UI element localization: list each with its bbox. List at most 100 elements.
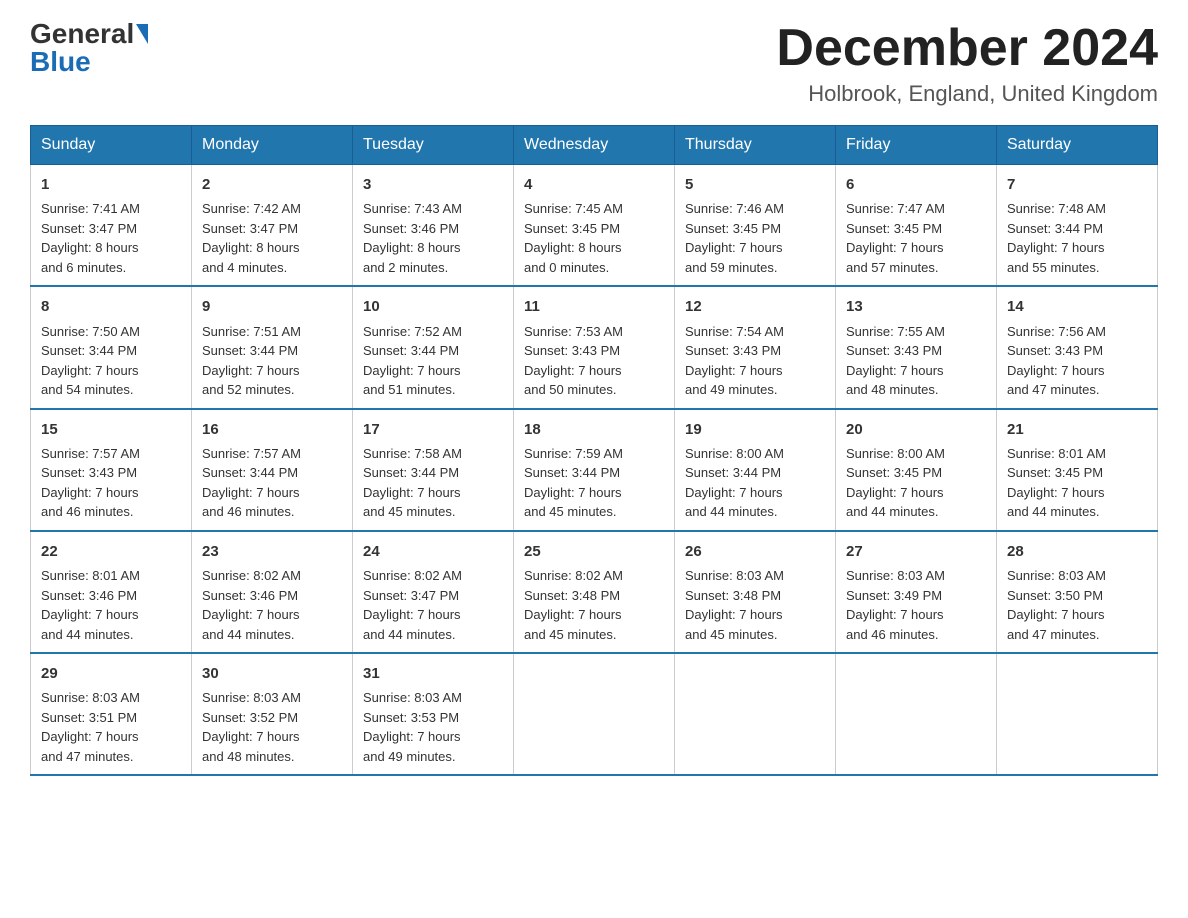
calendar-cell: 1 Sunrise: 7:41 AMSunset: 3:47 PMDaylight…	[31, 165, 192, 287]
day-number: 20	[846, 418, 986, 441]
logo: General Blue	[30, 20, 148, 76]
day-number: 7	[1007, 173, 1147, 196]
day-number: 21	[1007, 418, 1147, 441]
week-row-2: 8 Sunrise: 7:50 AMSunset: 3:44 PMDaylight…	[31, 286, 1158, 408]
day-info: Sunrise: 7:57 AMSunset: 3:44 PMDaylight:…	[202, 444, 342, 522]
calendar-cell: 23Sunrise: 8:02 AMSunset: 3:46 PMDayligh…	[192, 531, 353, 653]
calendar-header-row: SundayMondayTuesdayWednesdayThursdayFrid…	[31, 126, 1158, 165]
day-info: Sunrise: 8:03 AMSunset: 3:51 PMDaylight:…	[41, 688, 181, 766]
day-info: Sunrise: 8:00 AMSunset: 3:45 PMDaylight:…	[846, 444, 986, 522]
calendar-cell: 16 Sunrise: 7:57 AMSunset: 3:44 PMDayligh…	[192, 409, 353, 531]
header-thursday: Thursday	[675, 126, 836, 165]
day-number: 8	[41, 295, 181, 318]
day-number: 30	[202, 662, 342, 685]
day-info: Sunrise: 8:03 AMSunset: 3:52 PMDaylight:…	[202, 688, 342, 766]
week-row-3: 15 Sunrise: 7:57 AMSunset: 3:43 PMDayligh…	[31, 409, 1158, 531]
day-number: 6	[846, 173, 986, 196]
header-tuesday: Tuesday	[353, 126, 514, 165]
day-info: Sunrise: 8:01 AMSunset: 3:45 PMDaylight:…	[1007, 444, 1147, 522]
day-info: Sunrise: 7:46 AMSunset: 3:45 PMDaylight:…	[685, 199, 825, 277]
day-info: Sunrise: 7:52 AMSunset: 3:44 PMDaylight:…	[363, 322, 503, 400]
calendar-cell: 22 Sunrise: 8:01 AMSunset: 3:46 PMDayligh…	[31, 531, 192, 653]
header-sunday: Sunday	[31, 126, 192, 165]
day-info: Sunrise: 8:01 AMSunset: 3:46 PMDaylight:…	[41, 566, 181, 644]
header-monday: Monday	[192, 126, 353, 165]
calendar-cell: 25Sunrise: 8:02 AMSunset: 3:48 PMDayligh…	[514, 531, 675, 653]
day-info: Sunrise: 7:45 AMSunset: 3:45 PMDaylight:…	[524, 199, 664, 277]
week-row-4: 22 Sunrise: 8:01 AMSunset: 3:46 PMDayligh…	[31, 531, 1158, 653]
day-info: Sunrise: 8:03 AMSunset: 3:49 PMDaylight:…	[846, 566, 986, 644]
calendar-cell	[836, 653, 997, 775]
day-number: 19	[685, 418, 825, 441]
calendar-cell: 10 Sunrise: 7:52 AMSunset: 3:44 PMDayligh…	[353, 286, 514, 408]
calendar-cell: 18 Sunrise: 7:59 AMSunset: 3:44 PMDayligh…	[514, 409, 675, 531]
week-row-5: 29 Sunrise: 8:03 AMSunset: 3:51 PMDayligh…	[31, 653, 1158, 775]
day-info: Sunrise: 7:58 AMSunset: 3:44 PMDaylight:…	[363, 444, 503, 522]
calendar-cell	[675, 653, 836, 775]
calendar-cell: 31 Sunrise: 8:03 AMSunset: 3:53 PMDayligh…	[353, 653, 514, 775]
day-info: Sunrise: 7:42 AMSunset: 3:47 PMDaylight:…	[202, 199, 342, 277]
day-info: Sunrise: 7:59 AMSunset: 3:44 PMDaylight:…	[524, 444, 664, 522]
day-number: 28	[1007, 540, 1147, 563]
day-number: 3	[363, 173, 503, 196]
day-info: Sunrise: 7:48 AMSunset: 3:44 PMDaylight:…	[1007, 199, 1147, 277]
day-number: 4	[524, 173, 664, 196]
day-info: Sunrise: 7:53 AMSunset: 3:43 PMDaylight:…	[524, 322, 664, 400]
day-info: Sunrise: 8:03 AMSunset: 3:53 PMDaylight:…	[363, 688, 503, 766]
calendar-cell: 14 Sunrise: 7:56 AMSunset: 3:43 PMDayligh…	[997, 286, 1158, 408]
day-info: Sunrise: 7:54 AMSunset: 3:43 PMDaylight:…	[685, 322, 825, 400]
calendar-cell: 17Sunrise: 7:58 AMSunset: 3:44 PMDayligh…	[353, 409, 514, 531]
day-number: 14	[1007, 295, 1147, 318]
calendar-cell: 20 Sunrise: 8:00 AMSunset: 3:45 PMDayligh…	[836, 409, 997, 531]
calendar-cell: 13 Sunrise: 7:55 AMSunset: 3:43 PMDayligh…	[836, 286, 997, 408]
day-number: 23	[202, 540, 342, 563]
day-info: Sunrise: 7:55 AMSunset: 3:43 PMDaylight:…	[846, 322, 986, 400]
calendar-cell: 27 Sunrise: 8:03 AMSunset: 3:49 PMDayligh…	[836, 531, 997, 653]
day-number: 10	[363, 295, 503, 318]
day-number: 1	[41, 173, 181, 196]
calendar-cell: 3 Sunrise: 7:43 AMSunset: 3:46 PMDaylight…	[353, 165, 514, 287]
month-title: December 2024	[776, 20, 1158, 77]
calendar-cell: 2 Sunrise: 7:42 AMSunset: 3:47 PMDaylight…	[192, 165, 353, 287]
calendar-cell: 30 Sunrise: 8:03 AMSunset: 3:52 PMDayligh…	[192, 653, 353, 775]
calendar-cell: 21 Sunrise: 8:01 AMSunset: 3:45 PMDayligh…	[997, 409, 1158, 531]
day-number: 18	[524, 418, 664, 441]
day-info: Sunrise: 7:56 AMSunset: 3:43 PMDaylight:…	[1007, 322, 1147, 400]
header-saturday: Saturday	[997, 126, 1158, 165]
day-info: Sunrise: 8:03 AMSunset: 3:50 PMDaylight:…	[1007, 566, 1147, 644]
calendar-cell: 29 Sunrise: 8:03 AMSunset: 3:51 PMDayligh…	[31, 653, 192, 775]
location-text: Holbrook, England, United Kingdom	[776, 81, 1158, 107]
day-number: 27	[846, 540, 986, 563]
day-info: Sunrise: 8:00 AMSunset: 3:44 PMDaylight:…	[685, 444, 825, 522]
calendar-cell: 26Sunrise: 8:03 AMSunset: 3:48 PMDayligh…	[675, 531, 836, 653]
day-number: 15	[41, 418, 181, 441]
calendar-cell: 15 Sunrise: 7:57 AMSunset: 3:43 PMDayligh…	[31, 409, 192, 531]
day-number: 26	[685, 540, 825, 563]
day-info: Sunrise: 7:57 AMSunset: 3:43 PMDaylight:…	[41, 444, 181, 522]
day-number: 29	[41, 662, 181, 685]
logo-triangle-icon	[136, 24, 148, 44]
calendar-cell: 5 Sunrise: 7:46 AMSunset: 3:45 PMDaylight…	[675, 165, 836, 287]
day-number: 9	[202, 295, 342, 318]
calendar-cell	[997, 653, 1158, 775]
day-number: 13	[846, 295, 986, 318]
calendar-cell: 28 Sunrise: 8:03 AMSunset: 3:50 PMDayligh…	[997, 531, 1158, 653]
day-number: 24	[363, 540, 503, 563]
day-number: 16	[202, 418, 342, 441]
day-number: 5	[685, 173, 825, 196]
day-info: Sunrise: 7:43 AMSunset: 3:46 PMDaylight:…	[363, 199, 503, 277]
day-info: Sunrise: 7:41 AMSunset: 3:47 PMDaylight:…	[41, 199, 181, 277]
day-info: Sunrise: 7:51 AMSunset: 3:44 PMDaylight:…	[202, 322, 342, 400]
logo-blue-text: Blue	[30, 48, 91, 76]
day-info: Sunrise: 7:50 AMSunset: 3:44 PMDaylight:…	[41, 322, 181, 400]
title-section: December 2024 Holbrook, England, United …	[776, 20, 1158, 107]
calendar-table: SundayMondayTuesdayWednesdayThursdayFrid…	[30, 125, 1158, 776]
calendar-cell: 4 Sunrise: 7:45 AMSunset: 3:45 PMDaylight…	[514, 165, 675, 287]
day-number: 22	[41, 540, 181, 563]
calendar-cell: 24Sunrise: 8:02 AMSunset: 3:47 PMDayligh…	[353, 531, 514, 653]
calendar-cell	[514, 653, 675, 775]
week-row-1: 1 Sunrise: 7:41 AMSunset: 3:47 PMDaylight…	[31, 165, 1158, 287]
day-number: 2	[202, 173, 342, 196]
day-number: 31	[363, 662, 503, 685]
logo-general-text: General	[30, 20, 134, 48]
